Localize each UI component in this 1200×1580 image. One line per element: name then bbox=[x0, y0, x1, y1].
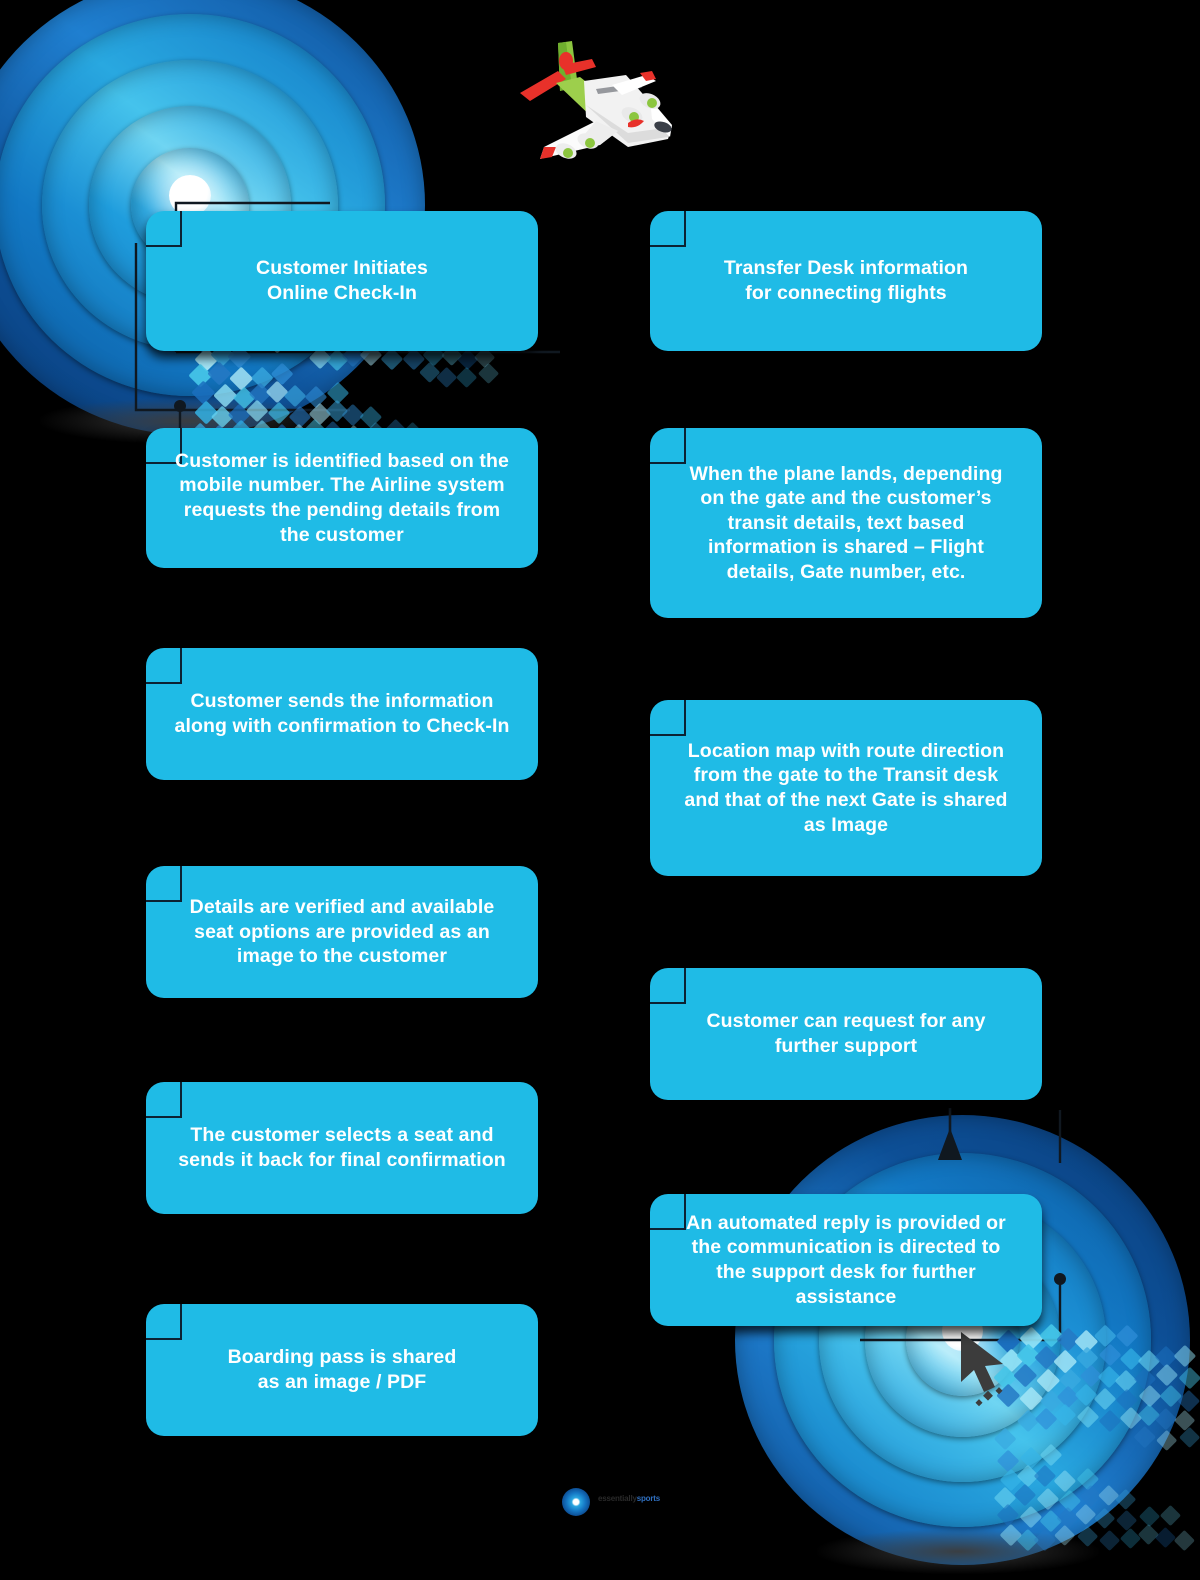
footer-logo[interactable]: essentiallysports bbox=[558, 1482, 668, 1522]
step-card-label: Transfer Desk information for connecting… bbox=[723, 257, 969, 304]
card-corner-notch bbox=[650, 428, 686, 464]
airplane-icon bbox=[520, 41, 672, 159]
infographic-canvas: Customer Initiates Online Check-In Custom… bbox=[0, 0, 1200, 1580]
footer-logo-mark bbox=[562, 1488, 590, 1516]
step-card-label: Customer sends the information along wit… bbox=[174, 690, 510, 737]
step-card-transfer-desk-information[interactable]: Transfer Desk information for connecting… bbox=[650, 211, 1042, 351]
step-card-customer-identified-mobile-number[interactable]: Customer is identified based on the mobi… bbox=[146, 428, 538, 568]
connector-dot-left bbox=[174, 400, 186, 412]
step-card-details-verified-seat-options[interactable]: Details are verified and available seat … bbox=[146, 866, 538, 998]
mouse-cursor-icon bbox=[961, 1332, 1003, 1407]
step-card-boarding-pass-shared[interactable]: Boarding pass is shared as an image / PD… bbox=[146, 1304, 538, 1436]
card-corner-notch bbox=[650, 211, 686, 247]
step-card-automated-reply-support-desk[interactable]: An automated reply is provided or the co… bbox=[650, 1194, 1042, 1326]
card-corner-notch bbox=[146, 1082, 182, 1118]
card-corner-notch bbox=[650, 700, 686, 736]
step-card-label: When the plane lands, depending on the g… bbox=[689, 462, 1003, 583]
footer-logo-wordmark: essentiallysports bbox=[598, 1495, 660, 1503]
step-card-label: Customer is identified based on the mobi… bbox=[175, 449, 509, 546]
card-corner-notch bbox=[650, 968, 686, 1004]
step-card-label: Customer Initiates Online Check-In bbox=[256, 257, 428, 304]
step-card-location-map-route-direction[interactable]: Location map with route direction from t… bbox=[650, 700, 1042, 876]
step-card-label: Boarding pass is shared as an image / PD… bbox=[227, 1346, 457, 1393]
footer-logo-word-2: sports bbox=[636, 1494, 660, 1503]
footer-logo-word-1: essentially bbox=[598, 1494, 637, 1503]
step-card-customer-selects-seat[interactable]: The customer selects a seat and sends it… bbox=[146, 1082, 538, 1214]
step-card-customer-sends-information-confirmation[interactable]: Customer sends the information along wit… bbox=[146, 648, 538, 780]
step-card-label: Customer can request for any further sup… bbox=[706, 1010, 986, 1057]
card-corner-notch bbox=[146, 1304, 182, 1340]
card-corner-notch bbox=[146, 648, 182, 684]
step-card-label: The customer selects a seat and sends it… bbox=[178, 1124, 506, 1171]
step-card-label: An automated reply is provided or the co… bbox=[686, 1211, 1006, 1308]
card-corner-notch bbox=[146, 211, 182, 247]
step-card-label: Details are verified and available seat … bbox=[189, 896, 495, 968]
step-card-customer-request-further-support[interactable]: Customer can request for any further sup… bbox=[650, 968, 1042, 1100]
step-card-plane-lands-text-information[interactable]: When the plane lands, depending on the g… bbox=[650, 428, 1042, 618]
down-arrow-icon bbox=[938, 1128, 962, 1160]
step-card-label: Location map with route direction from t… bbox=[684, 739, 1008, 836]
connector-dot-right bbox=[1054, 1273, 1066, 1285]
step-card-customer-initiates-online-check-in[interactable]: Customer Initiates Online Check-In bbox=[146, 211, 538, 351]
